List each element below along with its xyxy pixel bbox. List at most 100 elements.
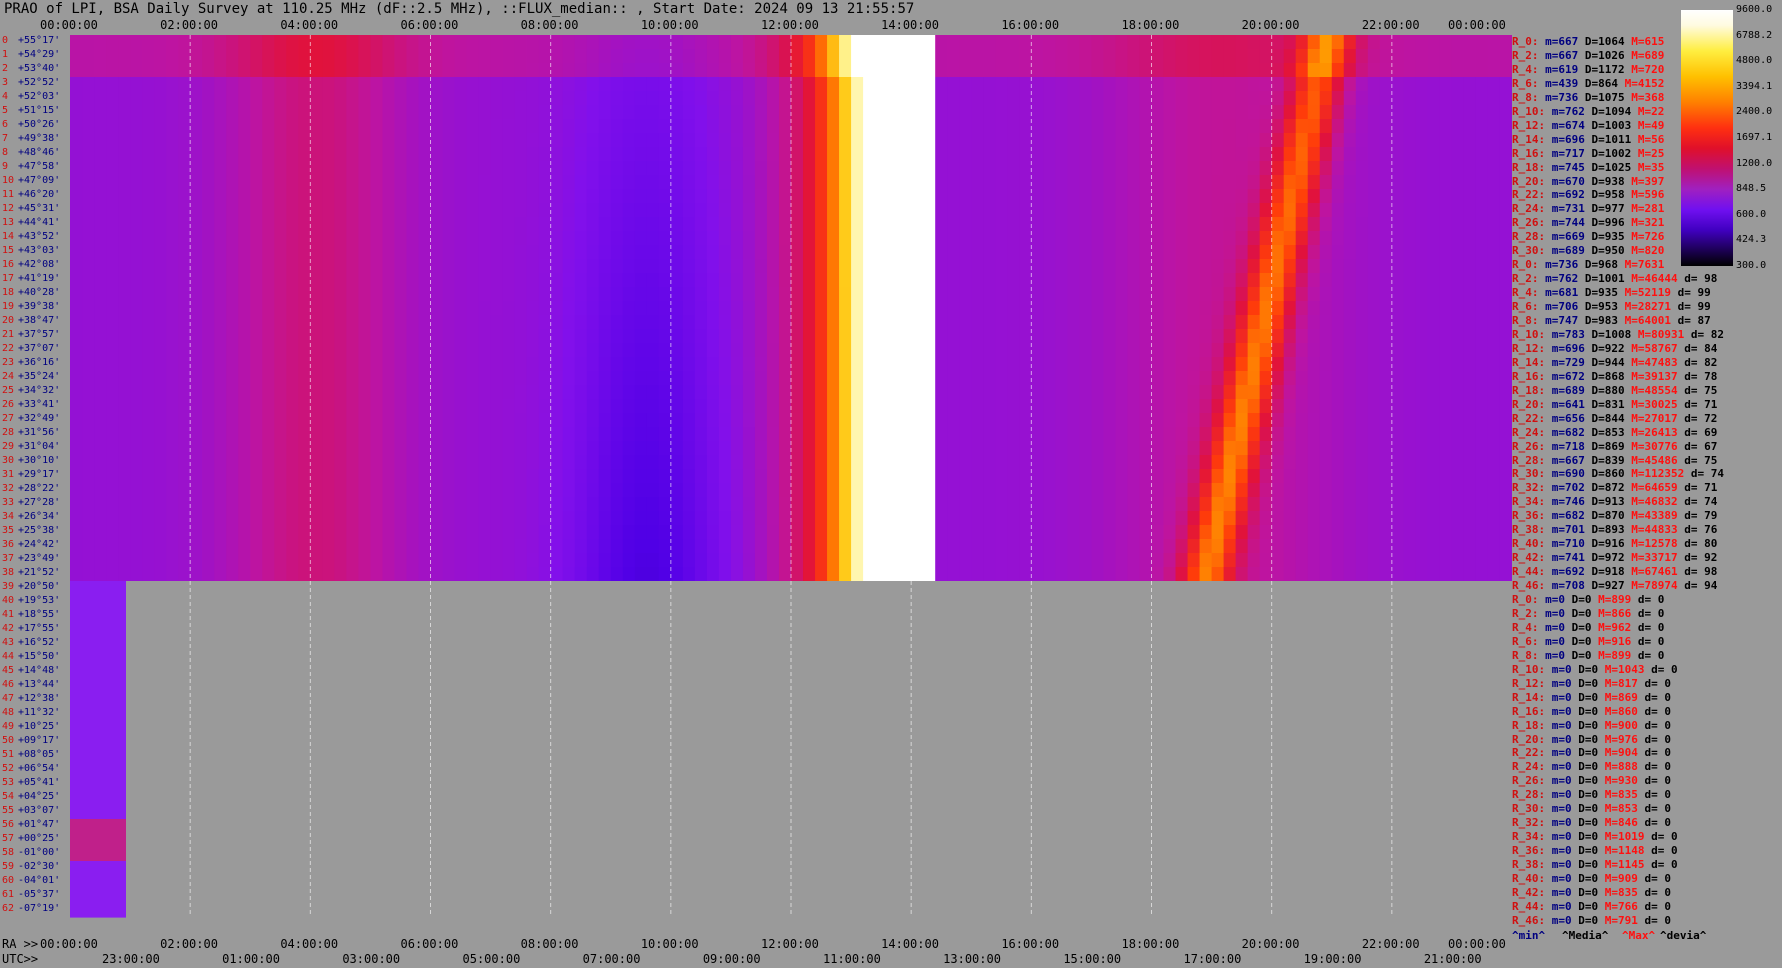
heatmap-cell — [1259, 245, 1273, 260]
heatmap-cell — [1079, 553, 1093, 568]
heatmap-cell — [1439, 483, 1453, 498]
heatmap-cell — [1331, 399, 1345, 414]
heatmap-cell — [562, 175, 576, 190]
heatmap-cell — [226, 469, 239, 484]
heatmap-plot — [70, 35, 1512, 918]
heatmap-cell — [430, 315, 444, 330]
heatmap-cell — [682, 329, 696, 344]
heatmap-cell — [646, 231, 660, 246]
heatmap-cell — [1247, 343, 1261, 358]
row-declination: +06°54' — [18, 763, 61, 774]
heatmap-cell — [142, 553, 155, 568]
heatmap-cell — [598, 567, 612, 582]
heatmap-cell — [394, 441, 408, 456]
heatmap-cell — [1319, 455, 1333, 470]
heatmap-cell — [1367, 273, 1381, 288]
heatmap-cell — [1139, 315, 1153, 330]
row-index: 28 — [2, 427, 15, 438]
heatmap-cell — [550, 49, 564, 64]
heatmap-cell — [166, 525, 179, 540]
heatmap-cell — [418, 273, 432, 288]
heatmap-cell — [118, 399, 131, 414]
heatmap-cell — [766, 497, 780, 512]
heatmap-cell — [238, 133, 251, 148]
heatmap-cell — [1103, 413, 1117, 428]
heatmap-cell — [754, 133, 768, 148]
heatmap-cell — [706, 77, 720, 92]
row-index: 34 — [2, 511, 15, 522]
heatmap-cell — [887, 413, 900, 428]
heatmap-cell — [346, 525, 359, 540]
stat-field: R_18: — [1512, 383, 1546, 397]
heatmap-cell — [538, 539, 552, 554]
heatmap-cell — [1439, 217, 1453, 232]
heatmap-cell — [1295, 343, 1309, 358]
heatmap-cell — [574, 343, 588, 358]
heatmap-cell — [1295, 161, 1309, 176]
heatmap-cell — [983, 301, 996, 316]
heatmap-cell — [550, 147, 564, 162]
heatmap-cell — [754, 175, 768, 190]
heatmap-cell — [370, 427, 384, 442]
heatmap-cell — [1235, 245, 1249, 260]
stat-field: R_22: — [1512, 188, 1546, 202]
heatmap-cell — [1199, 497, 1213, 512]
heatmap-cell — [586, 245, 600, 260]
heatmap-cell — [1295, 553, 1309, 568]
heatmap-cell — [250, 175, 263, 190]
heatmap-cell — [94, 329, 107, 344]
heatmap-cell — [839, 63, 852, 78]
heatmap-cell — [274, 427, 287, 442]
heatmap-cell — [514, 329, 528, 344]
heatmap-cell — [562, 469, 576, 484]
heatmap-cell — [730, 175, 744, 190]
heatmap-cell — [935, 469, 948, 484]
heatmap-cell — [70, 623, 126, 638]
heatmap-cell — [274, 455, 287, 470]
heatmap-cell — [1259, 119, 1273, 134]
heatmap-cell — [370, 539, 384, 554]
heatmap-cell — [502, 259, 516, 274]
heatmap-cell — [586, 371, 600, 386]
heatmap-cell — [1271, 399, 1285, 414]
heatmap-cell — [490, 329, 504, 344]
heatmap-cell — [754, 119, 768, 134]
heatmap-cell — [815, 287, 828, 302]
heatmap-cell — [1031, 301, 1044, 316]
heatmap-cell — [1139, 357, 1153, 372]
heatmap-cell — [142, 343, 155, 358]
row-index: 47 — [2, 693, 15, 704]
stat-row: R_26: m=744 D=996 M=321 — [1512, 217, 1664, 228]
heatmap-cell — [262, 483, 275, 498]
heatmap-cell — [827, 497, 840, 512]
heatmap-cell — [202, 203, 215, 218]
heatmap-cell — [947, 399, 960, 414]
heatmap-cell — [1091, 469, 1105, 484]
top-time-label: 12:00:00 — [761, 18, 819, 32]
heatmap-cell — [1283, 189, 1297, 204]
heatmap-cell — [1151, 231, 1165, 246]
heatmap-cell — [1415, 273, 1429, 288]
heatmap-cell — [358, 301, 372, 316]
heatmap-cell — [286, 455, 299, 470]
heatmap-cell — [502, 273, 516, 288]
heatmap-cell — [983, 539, 996, 554]
heatmap-cell — [526, 483, 540, 498]
heatmap-cell — [178, 497, 191, 512]
heatmap-cell — [226, 497, 239, 512]
heatmap-cell — [1151, 63, 1165, 78]
heatmap-cell — [670, 343, 684, 358]
heatmap-cell — [1379, 147, 1393, 162]
heatmap-cell — [1223, 231, 1237, 246]
heatmap-cell — [730, 287, 744, 302]
heatmap-cell — [394, 483, 408, 498]
heatmap-cell — [791, 161, 804, 176]
heatmap-cell — [322, 357, 335, 372]
heatmap-cell — [370, 161, 384, 176]
heatmap-cell — [430, 469, 444, 484]
heatmap-cell — [82, 105, 95, 120]
heatmap-cell — [214, 385, 227, 400]
heatmap-cell — [1295, 413, 1309, 428]
heatmap-cell — [634, 427, 648, 442]
heatmap-cell — [526, 469, 540, 484]
